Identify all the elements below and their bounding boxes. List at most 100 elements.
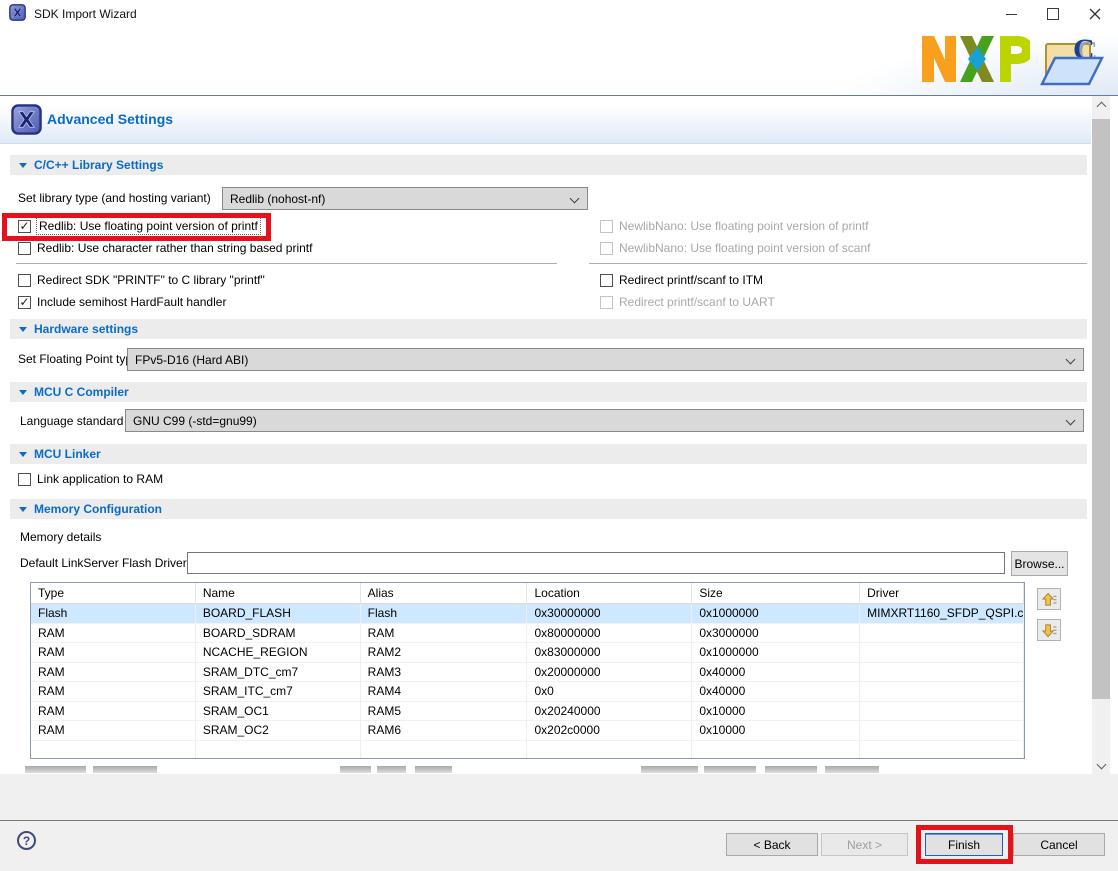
cell: 0x202c0000 — [527, 721, 692, 740]
minimize-icon — [1006, 14, 1017, 15]
section-mcu-linker[interactable]: MCU Linker — [10, 444, 1087, 464]
memory-row-ncache_region[interactable]: RAMNCACHE_REGIONRAM20x830000000x1000000 — [31, 643, 1024, 663]
cell: RAM — [31, 721, 196, 740]
cell — [860, 702, 1024, 721]
finish-button[interactable]: Finish — [925, 833, 1003, 856]
fp-type-combo[interactable]: FPv5-D16 (Hard ABI) — [127, 348, 1084, 371]
help-icon: ? — [23, 834, 30, 848]
maximize-button[interactable] — [1032, 0, 1074, 28]
truncated-button — [825, 766, 879, 773]
cell — [860, 643, 1024, 662]
arrow-down-icon — [1041, 623, 1057, 638]
column-header-type: Type — [31, 583, 196, 603]
cell: 0x40000 — [692, 663, 860, 682]
checkbox-box[interactable]: ✓ — [18, 220, 31, 233]
cell: SRAM_ITC_cm7 — [196, 682, 361, 701]
section-memory-configuration[interactable]: Memory Configuration — [10, 499, 1087, 519]
move-up-button[interactable] — [1037, 588, 1061, 610]
combo-value: FPv5-D16 (Hard ABI) — [135, 353, 248, 367]
collapse-triangle-icon — [19, 507, 27, 512]
checkbox-redirect-uart: Redirect printf/scanf to UART — [600, 291, 870, 313]
checkbox-box[interactable] — [18, 473, 31, 486]
close-button[interactable] — [1074, 0, 1116, 28]
move-down-button[interactable] — [1037, 619, 1061, 641]
section-title: Memory Configuration — [34, 502, 162, 516]
memory-row-sram_dtc_cm7[interactable]: RAMSRAM_DTC_cm7RAM30x200000000x40000 — [31, 663, 1024, 683]
truncated-button — [25, 766, 86, 773]
flash-driver-input[interactable] — [187, 552, 1005, 574]
button-label: Cancel — [1040, 838, 1077, 852]
maximize-icon — [1047, 8, 1059, 20]
checkbox-semihost-hardfault[interactable]: ✓Include semihost HardFault handler — [18, 291, 312, 313]
library-checkboxes-right: NewlibNano: Use floating point version o… — [600, 215, 870, 313]
titlebar: SDK Import Wizard — [0, 0, 1118, 28]
checkbox-label: Redirect SDK "PRINTF" to C library "prin… — [37, 273, 265, 287]
memory-row-empty[interactable] — [31, 741, 1024, 760]
cell: RAM6 — [361, 721, 528, 740]
checkbox-box[interactable] — [18, 274, 31, 287]
checkbox-box[interactable] — [600, 274, 613, 287]
cell: BOARD_FLASH — [196, 604, 361, 623]
section-library-settings[interactable]: C/C++ Library Settings — [10, 155, 1087, 175]
cell: 0x20000000 — [527, 663, 692, 682]
checkbox-box[interactable]: ✓ — [18, 296, 31, 309]
vertical-scrollbar[interactable] — [1092, 96, 1110, 774]
cell: RAM4 — [361, 682, 528, 701]
separator — [16, 263, 557, 264]
cell: 0x40000 — [692, 682, 860, 701]
checkbox-label: Redirect printf/scanf to UART — [619, 295, 775, 309]
collapse-triangle-icon — [19, 327, 27, 332]
nxp-logo-icon — [922, 36, 1030, 85]
chevron-down-icon — [1096, 759, 1106, 769]
help-button[interactable]: ? — [17, 831, 36, 850]
scroll-up-button[interactable] — [1092, 96, 1110, 113]
library-type-combo[interactable]: Redlib (nohost-nf) — [222, 187, 588, 210]
scrollbar-thumb[interactable] — [1092, 119, 1110, 699]
memory-row-sram_oc2[interactable]: RAMSRAM_OC2RAM60x202c00000x10000 — [31, 721, 1024, 741]
arrow-up-icon — [1041, 592, 1057, 607]
cell: BOARD_SDRAM — [196, 624, 361, 643]
checkbox-redlib-float-printf[interactable]: ✓Redlib: Use floating point version of p… — [18, 215, 312, 237]
c-folder-icon: C C — [1040, 36, 1106, 93]
section-mcu-c-compiler[interactable]: MCU C Compiler — [10, 382, 1087, 402]
cell: SRAM_OC1 — [196, 702, 361, 721]
truncated-button — [377, 766, 406, 773]
checkbox-box[interactable] — [18, 242, 31, 255]
chevron-down-icon — [570, 194, 580, 204]
wizard-content: Advanced Settings C/C++ Library Settings… — [0, 95, 1118, 774]
memory-row-board_flash[interactable]: FlashBOARD_FLASHFlash0x300000000x1000000… — [31, 604, 1024, 624]
language-standard-combo[interactable]: GNU C99 (-std=gnu99) — [125, 409, 1084, 432]
footer: ? < Back Next > Finish Cancel — [0, 774, 1118, 871]
cell — [361, 741, 528, 760]
cell: RAM3 — [361, 663, 528, 682]
button-label: Finish — [948, 838, 980, 852]
memory-row-board_sdram[interactable]: RAMBOARD_SDRAMRAM0x800000000x3000000 — [31, 624, 1024, 644]
checkbox-redirect-sdk-printf[interactable]: Redirect SDK "PRINTF" to C library "prin… — [18, 269, 312, 291]
button-label: Browse... — [1014, 557, 1064, 571]
scroll-down-button[interactable] — [1092, 757, 1110, 774]
cell: 0x10000 — [692, 721, 860, 740]
cell — [860, 741, 1024, 760]
cell: 0x0 — [527, 682, 692, 701]
library-type-label: Set library type (and hosting variant) — [18, 190, 211, 206]
checkbox-redlib-char-printf[interactable]: Redlib: Use character rather than string… — [18, 237, 312, 259]
section-hardware-settings[interactable]: Hardware settings — [10, 319, 1087, 339]
cancel-button[interactable]: Cancel — [1013, 833, 1105, 856]
collapse-triangle-icon — [19, 452, 27, 457]
cell — [196, 741, 361, 760]
separator — [589, 263, 1087, 264]
window-title: SDK Import Wizard — [34, 7, 137, 21]
memory-row-sram_itc_cm7[interactable]: RAMSRAM_ITC_cm7RAM40x00x40000 — [31, 682, 1024, 702]
truncated-button — [641, 766, 698, 773]
browse-button[interactable]: Browse... — [1011, 551, 1068, 576]
checkbox-link-application-to-ram[interactable]: Link application to RAM — [18, 468, 163, 490]
cell: MIMXRT1160_SFDP_QSPI.cfx — [860, 604, 1024, 623]
memory-row-sram_oc1[interactable]: RAMSRAM_OC1RAM50x202400000x10000 — [31, 702, 1024, 722]
truncated-button — [765, 766, 817, 773]
back-button[interactable]: < Back — [726, 833, 818, 856]
cell — [860, 721, 1024, 740]
app-icon — [9, 4, 26, 24]
minimize-button[interactable] — [990, 0, 1032, 28]
checkbox-redirect-itm[interactable]: Redirect printf/scanf to ITM — [600, 269, 870, 291]
column-header-name: Name — [196, 583, 361, 603]
